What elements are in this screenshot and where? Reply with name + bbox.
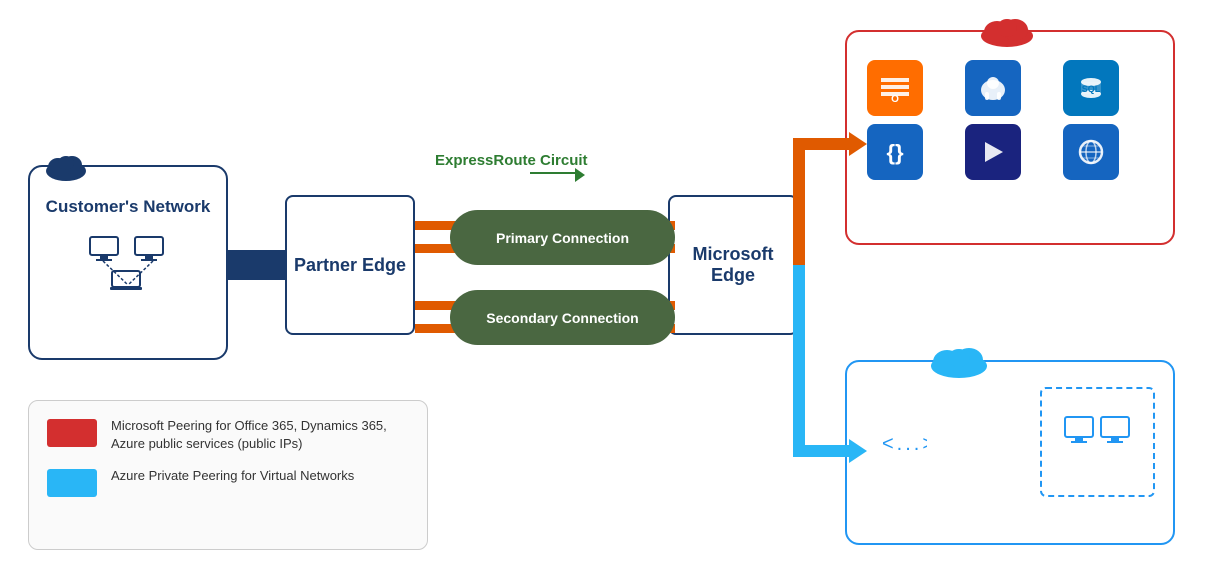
azure-inner-box bbox=[1040, 387, 1155, 497]
hdinsight-icon bbox=[965, 60, 1021, 116]
microsoft-edge-label: Microsoft Edge bbox=[670, 244, 796, 286]
svg-text:<...>: <...> bbox=[882, 436, 927, 452]
secondary-connection-pill: Secondary Connection bbox=[450, 290, 675, 345]
legend-color-red bbox=[47, 419, 97, 447]
azure-cloud-icon bbox=[927, 338, 992, 383]
media-services-icon bbox=[965, 124, 1021, 180]
svg-text:SQL: SQL bbox=[1082, 84, 1101, 94]
partner-edge-box: Partner Edge bbox=[285, 195, 415, 335]
customer-cloud-icon bbox=[42, 149, 90, 188]
legend-text-blue: Azure Private Peering for Virtual Networ… bbox=[111, 467, 354, 485]
primary-connection-label: Primary Connection bbox=[496, 230, 629, 246]
legend-color-blue bbox=[47, 469, 97, 497]
expressroute-label: ExpressRoute Circuit bbox=[435, 152, 588, 169]
partner-edge-label: Partner Edge bbox=[294, 255, 406, 276]
office-services-box: O SQL bbox=[845, 30, 1175, 245]
expressroute-arrowhead bbox=[575, 168, 585, 182]
customer-to-partner-connector bbox=[228, 250, 285, 280]
svg-text:{}: {} bbox=[886, 140, 904, 165]
blue-vertical-line bbox=[793, 265, 805, 455]
office-cloud-icon bbox=[977, 10, 1037, 53]
main-diagram: Customer's Network bbox=[0, 0, 1215, 581]
microsoft-edge-box: Microsoft Edge bbox=[668, 195, 798, 335]
expressroute-arrow-line bbox=[530, 172, 575, 174]
blue-horizontal-line bbox=[793, 445, 853, 457]
primary-connection-pill: Primary Connection bbox=[450, 210, 675, 265]
orange-horizontal-line bbox=[793, 138, 853, 150]
azure-dots: <...> bbox=[877, 432, 927, 458]
blue-arrowhead bbox=[849, 439, 867, 463]
office-icons-grid: O SQL bbox=[859, 52, 1161, 188]
orange-arrowhead bbox=[849, 132, 867, 156]
customer-network-box: Customer's Network bbox=[28, 165, 228, 360]
legend-item-red: Microsoft Peering for Office 365, Dynami… bbox=[47, 417, 409, 453]
office365-icon: O bbox=[867, 60, 923, 116]
azure-private-peering-box: <...> bbox=[845, 360, 1175, 545]
legend-text-red: Microsoft Peering for Office 365, Dynami… bbox=[111, 417, 409, 453]
sql-database-icon: SQL bbox=[1063, 60, 1119, 116]
legend-item-blue: Azure Private Peering for Virtual Networ… bbox=[47, 467, 409, 497]
bing-maps-icon bbox=[1063, 124, 1119, 180]
legend-box: Microsoft Peering for Office 365, Dynami… bbox=[28, 400, 428, 550]
secondary-connection-label: Secondary Connection bbox=[486, 310, 638, 326]
cosmos-db-icon: {} bbox=[867, 124, 923, 180]
network-icons bbox=[73, 235, 183, 305]
svg-text:O: O bbox=[891, 94, 899, 105]
customer-network-label: Customer's Network bbox=[46, 197, 211, 217]
